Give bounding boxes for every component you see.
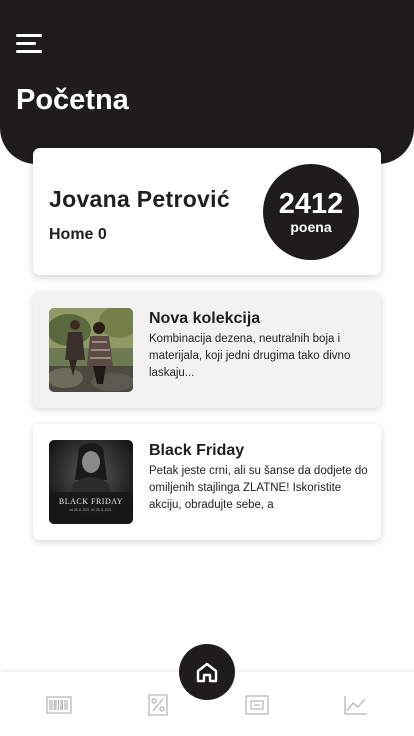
barcode-icon[interactable] <box>46 694 72 716</box>
collection-photo <box>49 308 133 392</box>
home-button[interactable] <box>179 644 235 700</box>
news-card-black-friday[interactable]: BLACK FRIDAY od 26.11.2021. do 28.11.202… <box>33 424 381 540</box>
news-title: Nova kolekcija <box>149 310 261 327</box>
app-header: Početna <box>0 0 414 164</box>
discount-icon[interactable] <box>145 694 171 716</box>
profile-card: Jovana Petrović Home 0 2412 poena <box>33 148 381 275</box>
page-title: Početna <box>16 84 129 116</box>
user-subtitle: Home 0 <box>49 226 107 243</box>
home-icon <box>196 662 218 683</box>
menu-icon[interactable] <box>16 34 42 54</box>
stats-icon[interactable] <box>343 694 369 716</box>
points-unit: poena <box>290 219 332 235</box>
image-caption: BLACK FRIDAY <box>59 497 123 506</box>
news-title: Black Friday <box>149 442 245 459</box>
points-badge: 2412 poena <box>263 164 359 260</box>
user-name: Jovana Petrović <box>49 186 230 212</box>
receipt-icon[interactable] <box>244 694 270 716</box>
black-friday-photo: BLACK FRIDAY od 26.11.2021. do 28.11.202… <box>49 440 133 524</box>
news-card-collection[interactable]: Nova kolekcija Kombinacija dezena, neutr… <box>33 292 381 408</box>
image-subcaption: od 26.11.2021. do 28.11.2021. <box>70 508 113 512</box>
points-value: 2412 <box>278 188 344 220</box>
news-description: Petak jeste crni, ali su šanse da dodjet… <box>149 465 368 511</box>
news-description: Kombinacija dezena, neutralnih boja i ma… <box>149 333 351 379</box>
